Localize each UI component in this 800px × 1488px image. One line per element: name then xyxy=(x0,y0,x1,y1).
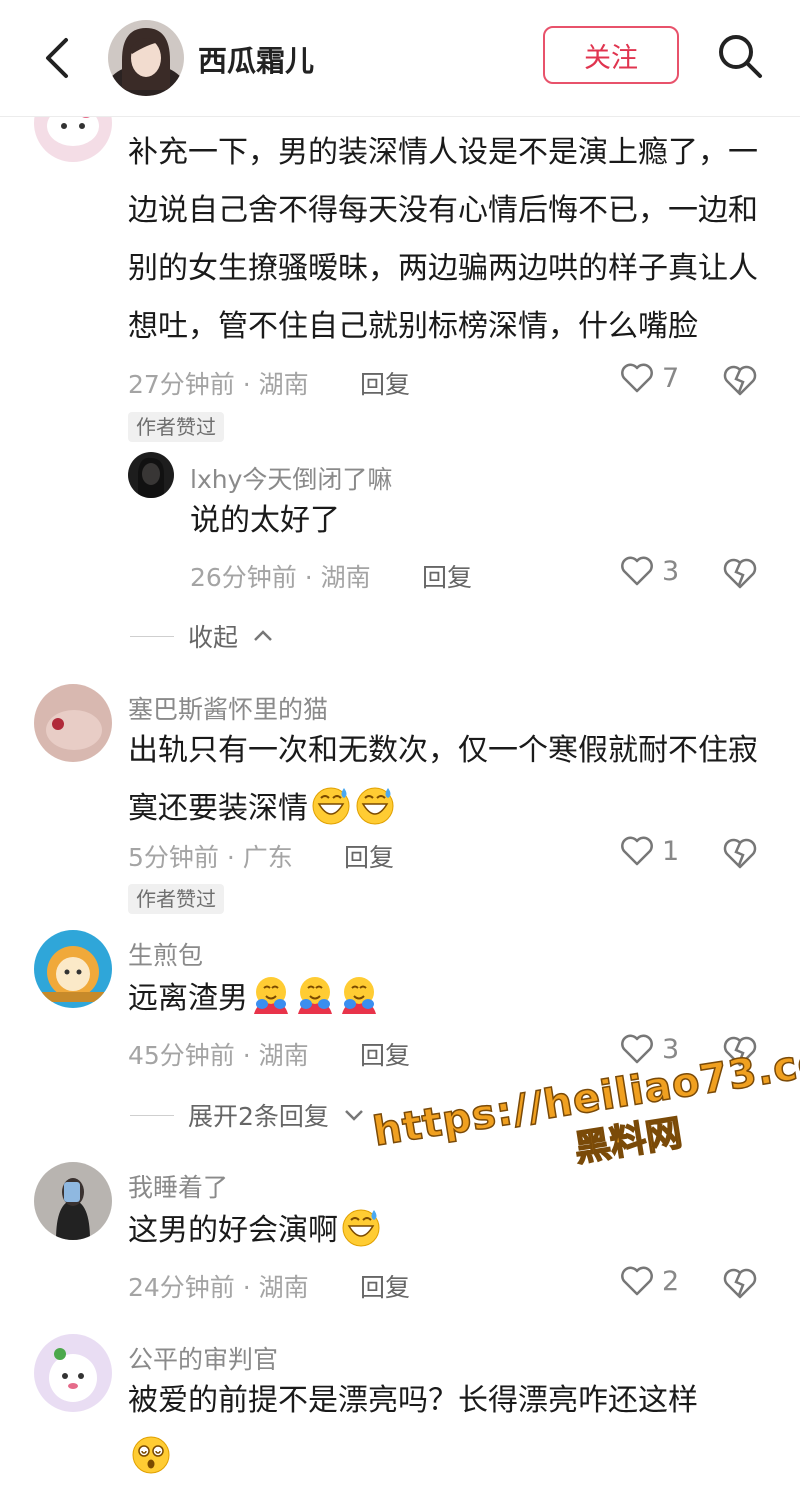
reply-button[interactable]: 回复 xyxy=(344,838,394,874)
user-avatar[interactable] xyxy=(108,20,184,96)
like-button[interactable]: 7 xyxy=(620,362,679,394)
search-icon[interactable] xyxy=(716,32,764,80)
grin-sweat-emoji xyxy=(342,1209,380,1247)
comment-text: 补充一下，男的装深情人设是不是演上瘾了，一边说自己舍不得每天没有心情后悔不已，一… xyxy=(128,135,758,344)
reply-button[interactable]: 回复 xyxy=(360,1036,410,1072)
like-count: 2 xyxy=(662,1265,680,1297)
like-button[interactable]: 1 xyxy=(620,835,679,867)
divider-line xyxy=(130,635,174,637)
like-count: 7 xyxy=(662,362,680,394)
commenter-avatar[interactable] xyxy=(34,1334,112,1412)
commenter-username[interactable]: 我睡着了 xyxy=(128,1168,228,1204)
comment-text: 远离渣男 xyxy=(128,970,778,1028)
reply-avatar[interactable] xyxy=(128,452,174,498)
comment-meta: 27分钟前 · 湖南 xyxy=(128,370,309,399)
grin-sweat-emoji xyxy=(356,787,394,825)
grin-sweat-emoji xyxy=(312,787,350,825)
comment-meta: 45分钟前 · 湖南 xyxy=(128,1041,309,1070)
collapse-replies-button[interactable]: 收起 xyxy=(130,618,274,654)
reply-button[interactable]: 回复 xyxy=(360,1268,410,1304)
commenter-username[interactable]: 塞巴斯酱怀里的猫 xyxy=(128,690,328,726)
comment-text-content: 出轨只有一次和无数次，仅一个寒假就耐不住寂寞还要装深情 xyxy=(128,733,758,826)
reply-username[interactable]: lxhy今天倒闭了嘛 xyxy=(190,460,392,496)
commenter-avatar[interactable] xyxy=(34,684,112,762)
hug-emoji xyxy=(342,977,376,1014)
heart-icon xyxy=(621,363,653,393)
collapse-label: 收起 xyxy=(188,623,239,652)
divider-line xyxy=(130,1114,174,1116)
broken-heart-icon[interactable] xyxy=(722,362,758,398)
like-count: 1 xyxy=(662,835,680,867)
reply-button[interactable]: 回复 xyxy=(422,558,472,594)
like-button[interactable]: 3 xyxy=(620,1033,679,1065)
hug-emoji xyxy=(298,977,332,1014)
broken-heart-icon[interactable] xyxy=(722,1265,758,1301)
comment-text-content: 远离渣男 xyxy=(128,981,248,1016)
reply-button[interactable]: 回复 xyxy=(360,365,410,401)
hug-emoji xyxy=(254,977,288,1014)
broken-heart-icon[interactable] xyxy=(722,835,758,871)
expand-label: 展开2条回复 xyxy=(188,1102,329,1131)
heart-icon xyxy=(621,836,653,866)
like-count: 3 xyxy=(662,1033,680,1065)
commenter-avatar[interactable] xyxy=(34,1162,112,1240)
comment-text-content: 这男的好会演啊 xyxy=(128,1213,338,1248)
expand-replies-button[interactable]: 展开2条回复 xyxy=(130,1097,365,1133)
heart-icon xyxy=(621,1266,653,1296)
reply-meta: 26分钟前 · 湖南 xyxy=(190,563,371,592)
comment-text: 这男的好会演啊 xyxy=(128,1202,778,1260)
chevron-down-icon xyxy=(345,1110,363,1121)
broken-heart-icon[interactable] xyxy=(722,555,758,591)
commenter-username[interactable]: 公平的审判官 xyxy=(128,1340,278,1376)
heart-icon xyxy=(621,556,653,586)
commenter-avatar[interactable] xyxy=(34,930,112,1008)
like-button[interactable]: 2 xyxy=(620,1265,679,1297)
top-bar: 西瓜霜儿 关注 xyxy=(0,0,800,117)
chevron-up-icon xyxy=(254,630,272,641)
like-count: 3 xyxy=(662,555,680,587)
dizzy-face-emoji xyxy=(132,1436,170,1474)
user-name[interactable]: 西瓜霜儿 xyxy=(198,38,314,80)
author-liked-badge: 作者赞过 xyxy=(128,884,224,914)
comment-meta: 5分钟前 · 广东 xyxy=(128,843,293,872)
comment-meta: 24分钟前 · 湖南 xyxy=(128,1273,309,1302)
reply-text: 说的太好了 xyxy=(190,503,340,538)
chevron-left-icon[interactable] xyxy=(38,34,78,82)
commenter-username[interactable]: 生煎包 xyxy=(128,936,203,972)
heart-icon xyxy=(621,1034,653,1064)
author-liked-badge: 作者赞过 xyxy=(128,412,224,442)
like-button[interactable]: 3 xyxy=(620,555,679,587)
comment-text: 出轨只有一次和无数次，仅一个寒假就耐不住寂寞还要装深情 xyxy=(128,722,778,838)
comment-text-content: 被爱的前提不是漂亮吗？长得漂亮咋还这样 xyxy=(128,1383,698,1418)
watermark: https://heiliao73.com 黑料网 xyxy=(369,1031,800,1203)
comment-text: 被爱的前提不是漂亮吗？长得漂亮咋还这样 xyxy=(128,1372,768,1488)
follow-button[interactable]: 关注 xyxy=(543,26,679,84)
